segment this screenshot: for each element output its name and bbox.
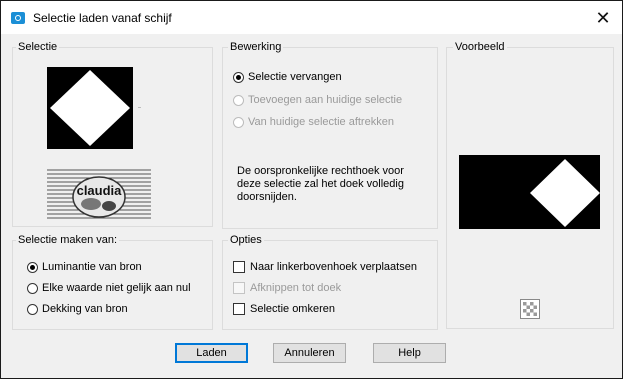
bewerking-description: De oorspronkelijke rechthoek voor deze s… — [237, 165, 404, 204]
radio-toevoegen[interactable]: Toevoegen aan huidige selectie — [233, 94, 402, 106]
checkbox-label: Afknippen tot doek — [250, 282, 342, 294]
preview-canvas — [459, 155, 600, 229]
description-line: doorsnijden. — [237, 191, 297, 203]
watermark-text: claudia — [77, 183, 123, 198]
group-voorbeeld-title: Voorbeeld — [453, 41, 507, 53]
title-bar: Selectie laden vanaf schijf ✕ — [1, 1, 622, 34]
group-selectie-title: Selectie — [16, 41, 60, 53]
radio-label: Selectie vervangen — [248, 71, 342, 83]
checkbox-label: Naar linkerbovenhoek verplaatsen — [250, 261, 417, 273]
preview-tick — [138, 107, 141, 108]
close-button[interactable]: ✕ — [592, 7, 614, 29]
preview-diamond — [530, 159, 600, 227]
radio-aftrekken[interactable]: Van huidige selectie aftrekken — [233, 116, 394, 128]
window-title: Selectie laden vanaf schijf — [33, 11, 172, 25]
radio-indicator[interactable] — [27, 303, 38, 315]
cancel-button[interactable]: Annuleren — [273, 343, 346, 363]
radio-indicator[interactable] — [233, 94, 244, 106]
radio-label: Luminantie van bron — [42, 261, 142, 273]
selection-preview — [47, 67, 133, 149]
radio-indicator[interactable] — [233, 71, 244, 83]
radio-indicator[interactable] — [27, 261, 38, 273]
group-opties-title: Opties — [228, 234, 264, 246]
group-bron-title: Selectie maken van: — [16, 234, 120, 246]
watermark-logo: claudia — [47, 168, 151, 220]
radio-luminantie[interactable]: Luminantie van bron — [27, 261, 142, 273]
radio-label: Toevoegen aan huidige selectie — [248, 94, 403, 106]
help-button[interactable]: Help — [373, 343, 446, 363]
checkbox-linkerbovenhoek[interactable]: Naar linkerbovenhoek verplaatsen — [233, 261, 417, 273]
transparency-toggle[interactable] — [520, 299, 540, 319]
radio-elke-waarde[interactable]: Elke waarde niet gelijk aan nul — [27, 282, 191, 294]
diamond-shape — [50, 70, 130, 146]
checkbox-label: Selectie omkeren — [250, 303, 335, 315]
radio-label: Elke waarde niet gelijk aan nul — [42, 282, 191, 294]
checkbox-indicator[interactable] — [233, 261, 245, 273]
close-icon: ✕ — [595, 8, 611, 28]
description-line: De oorspronkelijke rechthoek voor — [237, 165, 404, 177]
radio-label: Dekking van bron — [42, 303, 128, 315]
load-button[interactable]: Laden — [175, 343, 248, 363]
checkbox-indicator[interactable] — [233, 282, 245, 294]
app-icon — [11, 12, 25, 24]
radio-indicator[interactable] — [27, 282, 38, 294]
radio-dekking[interactable]: Dekking van bron — [27, 303, 128, 315]
radio-selectie-vervangen[interactable]: Selectie vervangen — [233, 71, 342, 83]
checkbox-omkeren[interactable]: Selectie omkeren — [233, 303, 335, 315]
checkerboard-icon — [523, 302, 537, 316]
radio-label: Van huidige selectie aftrekken — [248, 116, 394, 128]
checkbox-indicator[interactable] — [233, 303, 245, 315]
checkbox-afknippen[interactable]: Afknippen tot doek — [233, 282, 341, 294]
radio-indicator[interactable] — [233, 116, 244, 128]
description-line: deze selectie zal het doek volledig — [237, 178, 404, 190]
group-bewerking-title: Bewerking — [228, 41, 284, 53]
